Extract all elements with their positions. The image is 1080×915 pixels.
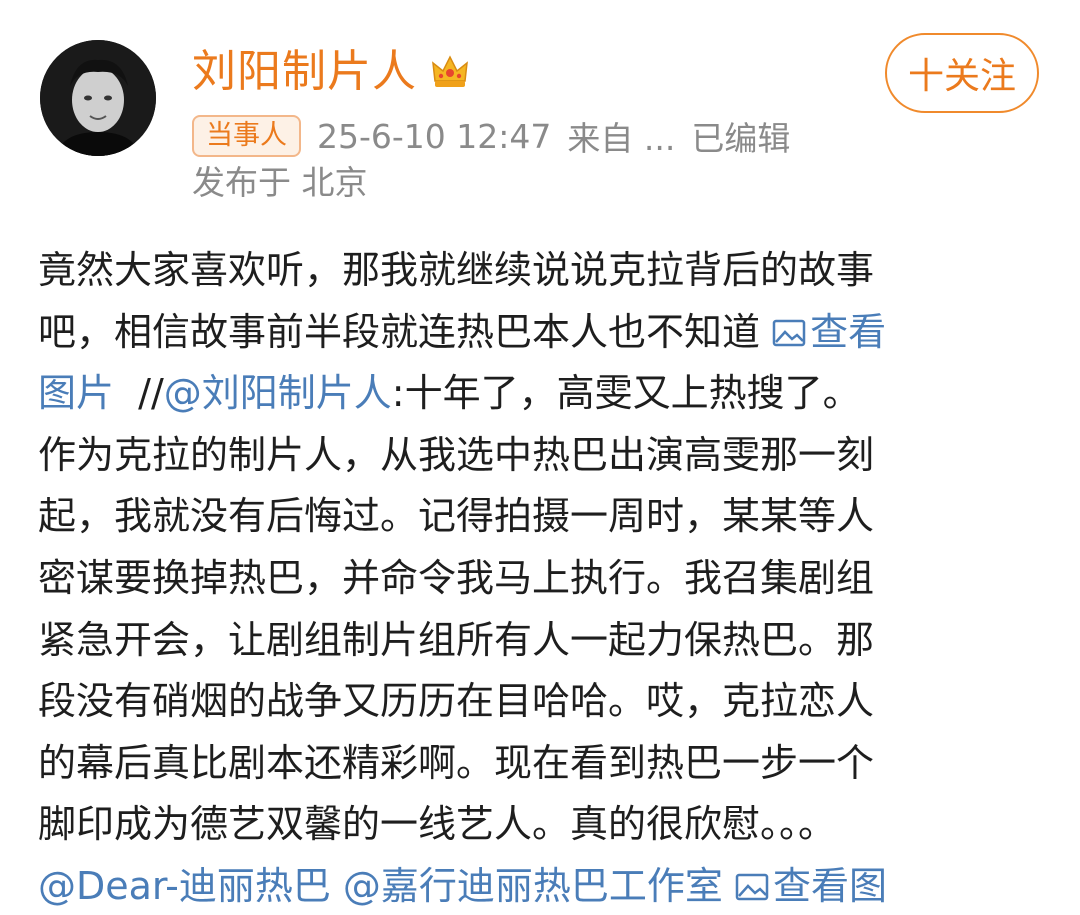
status-badge: 当事人 bbox=[192, 115, 301, 157]
post-line: @Dear-迪丽热巴 @嘉行迪丽热巴工作室 查看图 bbox=[38, 856, 1048, 915]
mention-liuyang[interactable]: @刘阳制片人 bbox=[164, 371, 392, 415]
post-line: 作为克拉的制片人，从我选中热巴出演高雯那一刻 bbox=[38, 432, 875, 477]
avatar-image bbox=[40, 40, 156, 156]
edited-label[interactable]: 已编辑 bbox=[691, 112, 790, 160]
post-line: 密谋要换掉热巴，并命令我马上执行。我召集剧组 bbox=[38, 555, 875, 600]
image-icon bbox=[735, 859, 769, 901]
mention-studio[interactable]: @嘉行迪丽热巴工作室 bbox=[331, 864, 735, 908]
post-line: 段没有硝烟的战争又历历在目哈哈。哎，克拉恋人 bbox=[38, 679, 875, 724]
username[interactable]: 刘阳制片人 bbox=[192, 40, 417, 104]
view-image-link[interactable]: 查看 bbox=[772, 310, 886, 354]
post-line: 起，我就没有后悔过。记得拍摄一周时，某某等人 bbox=[38, 494, 875, 539]
post-line: 图片 //@刘阳制片人:十年了，高雯又上热搜了。 bbox=[38, 371, 861, 416]
post-line: 竟然大家喜欢听，那我就继续说说克拉背后的故事 bbox=[38, 248, 875, 292]
crown-icon bbox=[429, 51, 471, 93]
mention-dear-dilireba[interactable]: @Dear-迪丽热巴 bbox=[38, 864, 331, 908]
post-line: 紧急开会，让剧组制片组所有人一起力保热巴。那 bbox=[38, 617, 875, 662]
post-source[interactable]: 来自 ... bbox=[567, 112, 675, 160]
post-line: 的幕后真比剧本还精彩啊。现在看到热巴一步一个 bbox=[38, 740, 875, 785]
follow-button[interactable]: 十关注 bbox=[885, 33, 1039, 113]
view-image-link-cont[interactable]: 图片 bbox=[38, 371, 114, 415]
post-line: 吧，相信故事前半段就连热巴本人也不知道 查看 bbox=[38, 302, 1048, 364]
timestamp: 25-6-10 12:47 bbox=[317, 116, 552, 156]
post-line: 脚印成为德艺双馨的一线艺人。真的很欣慰。。。 bbox=[38, 802, 837, 847]
view-image-link-2[interactable]: 查看图 bbox=[735, 864, 887, 908]
post-body: 竟然大家喜欢听，那我就继续说说克拉背后的故事 吧，相信故事前半段就连热巴本人也不… bbox=[38, 240, 1048, 915]
avatar[interactable] bbox=[40, 40, 156, 156]
weibo-post: 刘阳制片人 十关注 当事人 25-6-10 12:47 来自 ... 已编辑 发… bbox=[0, 0, 1080, 915]
username-row: 刘阳制片人 bbox=[192, 40, 471, 104]
post-meta: 当事人 25-6-10 12:47 来自 ... 已编辑 bbox=[192, 114, 790, 158]
post-location: 发布于 北京 bbox=[192, 163, 368, 202]
image-icon bbox=[772, 305, 806, 346]
